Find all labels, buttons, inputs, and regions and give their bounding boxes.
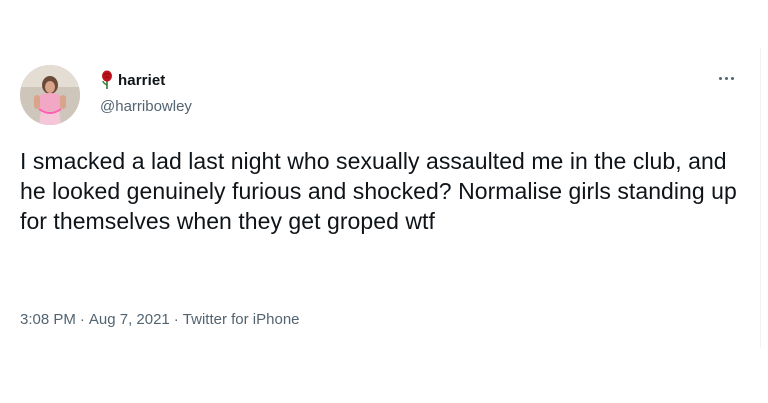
dot-icon <box>731 76 734 80</box>
separator: · <box>79 311 85 328</box>
tweet-date[interactable]: Aug 7, 2021 <box>89 311 170 328</box>
tweet-time[interactable]: 3:08 PM <box>20 311 76 328</box>
tweet-text: I smacked a lad last night who sexually … <box>20 148 737 234</box>
display-name[interactable]: harriet <box>118 72 165 89</box>
rose-icon <box>102 70 112 89</box>
tweet-card: harriet @harribowley I smacked a lad las… <box>0 0 768 403</box>
dot-icon <box>719 76 722 80</box>
divider <box>760 48 761 348</box>
author-name-row[interactable]: harriet <box>100 70 165 90</box>
tweet-metadata: 3:08 PM · Aug 7, 2021 · Twitter for iPhone <box>20 311 300 328</box>
avatar-photo <box>20 65 80 125</box>
tweet-source[interactable]: Twitter for iPhone <box>183 311 300 328</box>
user-handle[interactable]: @harribowley <box>100 98 192 115</box>
avatar[interactable] <box>20 65 80 125</box>
more-options-icon[interactable] <box>719 72 741 84</box>
dot-icon <box>725 76 728 80</box>
separator: · <box>173 311 179 328</box>
